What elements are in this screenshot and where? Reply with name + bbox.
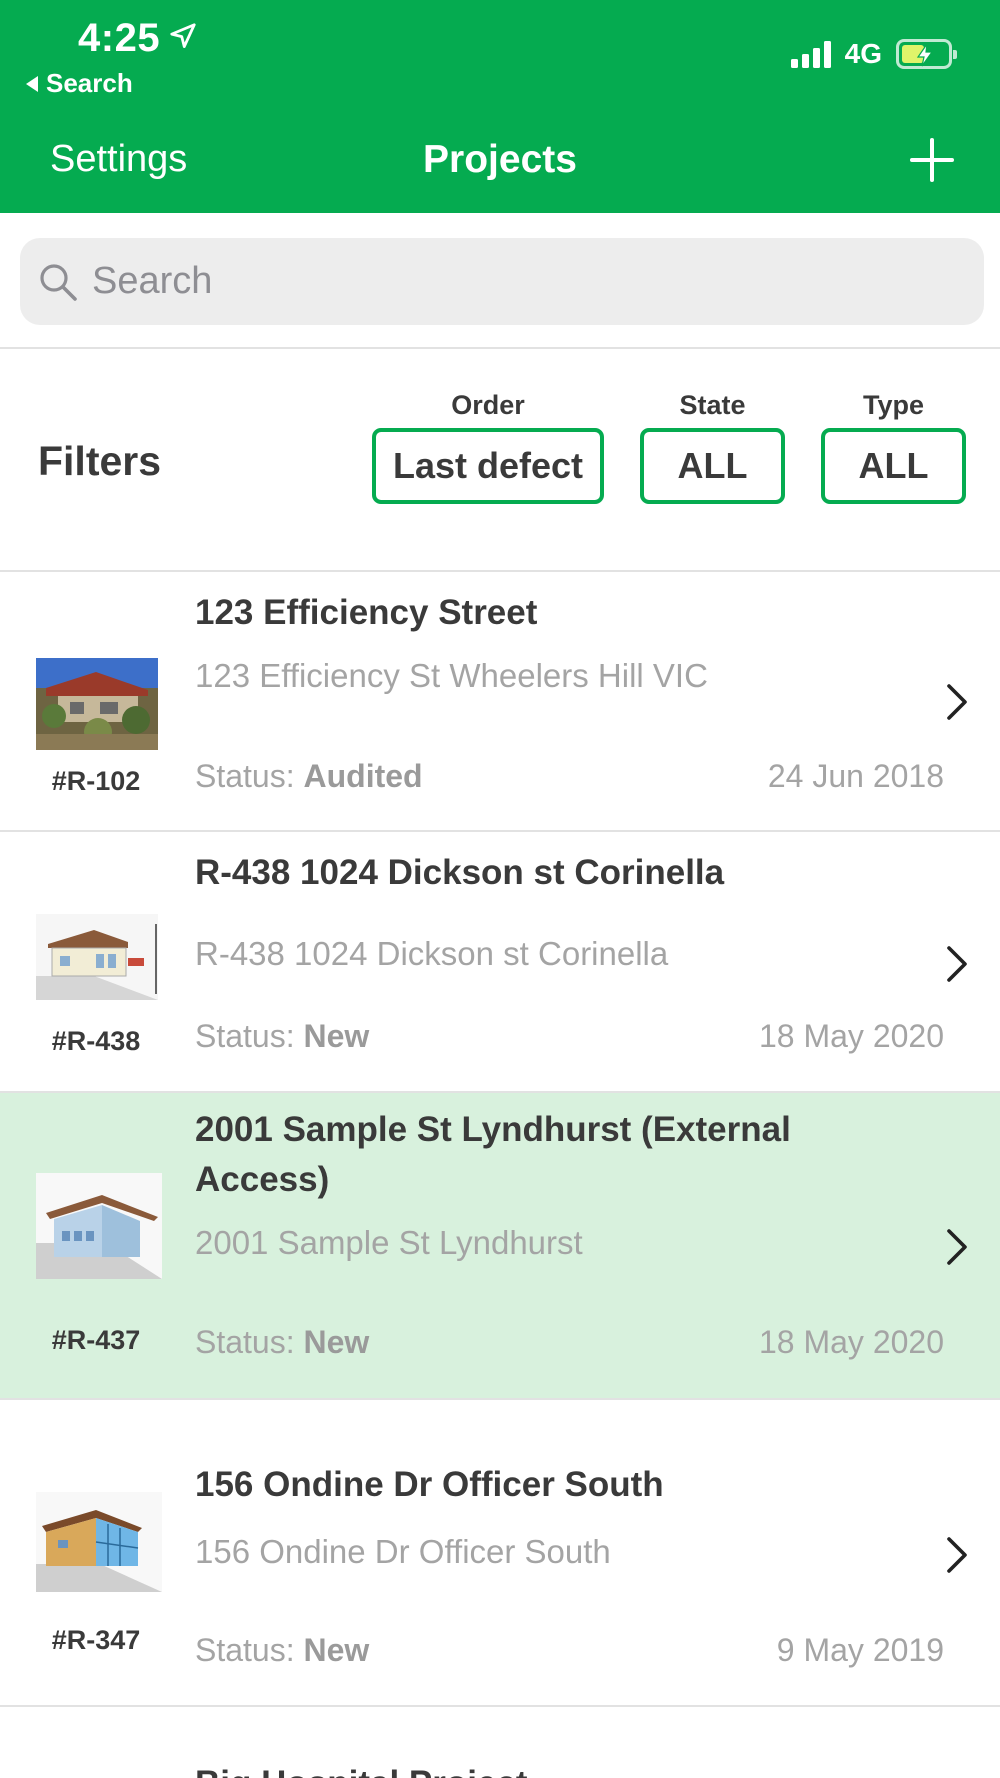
- project-code: #R-347: [51, 1625, 141, 1655]
- project-title: 2001 Sample St Lyndhurst (External Acces…: [195, 1110, 791, 1199]
- add-project-button[interactable]: [908, 136, 956, 184]
- house-model-icon: [36, 1173, 162, 1279]
- battery-icon: [896, 39, 957, 69]
- status-label: Status:: [195, 758, 295, 794]
- project-code: #R-438: [51, 1026, 141, 1056]
- status-label: Status:: [195, 1324, 295, 1360]
- header: 4:25 Search 4G Settings Projects: [0, 0, 1000, 213]
- filters-label: Filters: [38, 438, 162, 484]
- status-label: Status:: [195, 1018, 295, 1054]
- project-date: 18 May 2020: [758, 1324, 944, 1360]
- house-model-icon: [36, 1492, 162, 1592]
- state-filter-button[interactable]: ALL: [640, 428, 785, 504]
- status-label: Status:: [195, 1632, 295, 1668]
- project-date: 9 May 2019: [776, 1632, 944, 1668]
- project-date: 18 May 2020: [758, 1018, 944, 1054]
- project-row[interactable]: #R-347 156 Ondine Dr Officer South 156 O…: [0, 1400, 1000, 1705]
- order-filter: Order Last defect: [372, 388, 604, 504]
- settings-button[interactable]: Settings: [50, 138, 187, 181]
- status-time-text: 4:25: [78, 16, 161, 60]
- project-row[interactable]: #R-102 123 Efficiency Street 123 Efficie…: [0, 572, 1000, 830]
- status-value: New: [303, 1632, 370, 1668]
- project-thumbnail: [36, 1173, 162, 1279]
- status-value: Audited: [303, 758, 423, 794]
- back-arrow-icon: [26, 75, 38, 92]
- search-icon: [40, 263, 77, 301]
- back-to-search-label: Search: [46, 68, 133, 98]
- cellular-signal-icon: [790, 40, 831, 68]
- project-status: Status: New: [195, 1324, 369, 1361]
- state-filter: State ALL: [640, 388, 785, 504]
- status-indicators: 4G: [790, 38, 957, 70]
- project-address: 2001 Sample St Lyndhurst: [195, 1224, 583, 1261]
- search-input[interactable]: [92, 260, 952, 303]
- chevron-right-icon: [947, 1537, 967, 1573]
- project-code: #R-102: [51, 766, 141, 796]
- project-status: Status: Audited: [195, 758, 423, 795]
- chevron-right-icon: [947, 946, 967, 982]
- project-row[interactable]: #R-437 2001 Sample St Lyndhurst (Externa…: [0, 1093, 1000, 1398]
- project-title: Big Hospital Project: [195, 1759, 795, 1778]
- project-title: 156 Ondine Dr Officer South: [195, 1465, 664, 1504]
- project-date: 24 Jun 2018: [767, 758, 944, 794]
- charging-bolt-icon: [916, 43, 934, 67]
- project-code: #R-437: [51, 1325, 141, 1355]
- order-filter-button[interactable]: Last defect: [372, 428, 604, 504]
- project-row[interactable]: Big Hospital Project: [0, 1707, 1000, 1778]
- chevron-right-icon: [947, 1229, 967, 1265]
- type-filter-button[interactable]: ALL: [821, 428, 966, 504]
- project-thumbnail: [36, 658, 162, 750]
- house-model-icon: [36, 914, 158, 1000]
- order-caption: Order: [451, 390, 525, 420]
- project-address: 156 Ondine Dr Officer South: [195, 1533, 611, 1570]
- project-thumbnail: [36, 914, 162, 1000]
- project-status: Status: New: [195, 1632, 369, 1669]
- location-arrow-icon: [170, 22, 196, 48]
- status-time: 4:25: [78, 16, 198, 61]
- project-address: R-438 1024 Dickson st Corinella: [195, 935, 669, 972]
- search-bar[interactable]: [20, 238, 984, 325]
- project-thumbnail: [36, 1492, 162, 1592]
- house-photo-icon: [36, 658, 158, 750]
- type-filter: Type ALL: [821, 388, 966, 504]
- project-status: Status: New: [195, 1018, 369, 1055]
- project-title: 123 Efficiency Street: [195, 593, 538, 632]
- status-value: New: [303, 1018, 370, 1054]
- project-title: R-438 1024 Dickson st Corinella: [195, 853, 725, 892]
- back-to-search[interactable]: Search: [26, 68, 133, 99]
- divider: [0, 347, 1000, 349]
- network-type: 4G: [844, 38, 882, 69]
- project-row[interactable]: #R-438 R-438 1024 Dickson st Corinella R…: [0, 832, 1000, 1091]
- project-address: 123 Efficiency St Wheelers Hill VIC: [195, 657, 708, 694]
- type-caption: Type: [862, 390, 924, 420]
- status-value: New: [303, 1324, 370, 1360]
- chevron-right-icon: [947, 684, 967, 720]
- state-caption: State: [679, 390, 746, 420]
